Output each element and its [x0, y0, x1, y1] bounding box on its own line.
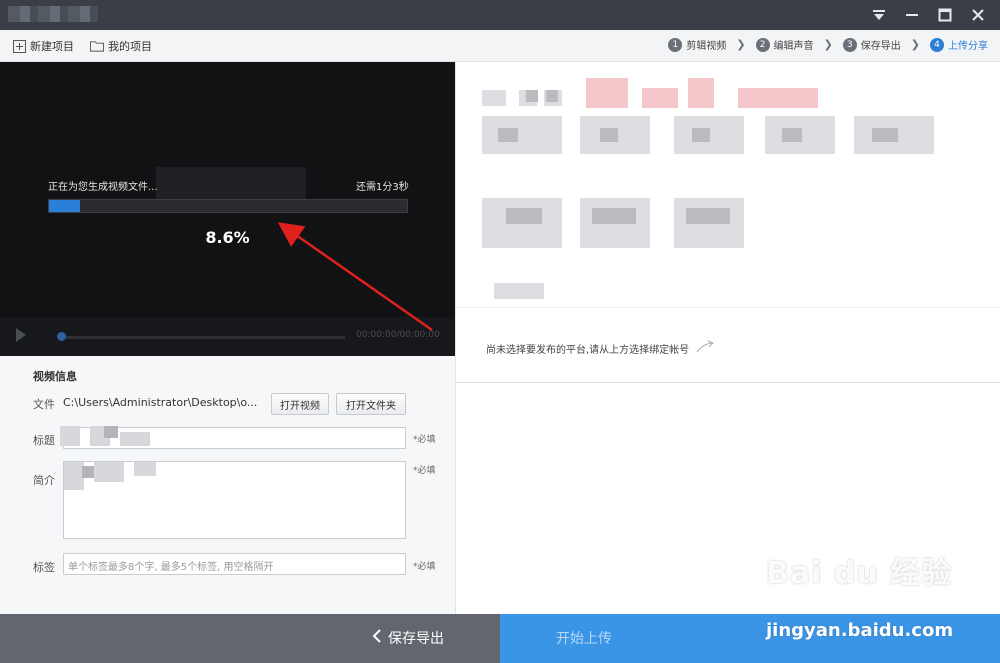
open-video-button[interactable]: 打开视频 [271, 393, 329, 415]
close-icon[interactable] [965, 3, 991, 27]
minimize-icon[interactable] [899, 3, 925, 27]
step-label: 上传分享 [948, 41, 988, 52]
file-label: 文件 [33, 398, 55, 411]
step-label: 剪辑视频 [686, 41, 727, 52]
new-project-button[interactable]: 新建项目 [12, 38, 74, 54]
step-number: 2 [755, 37, 770, 52]
intro-required: *必填 [413, 466, 436, 476]
title-required: *必填 [413, 435, 436, 445]
dropdown-menu-icon[interactable] [866, 3, 892, 27]
progress-fill [49, 200, 80, 212]
blurred-platform-accounts [482, 78, 934, 299]
my-projects-button[interactable]: 我的项目 [90, 38, 152, 54]
blurred-title-text [60, 426, 150, 446]
player-controls: 00:00:00/00:00:00 [0, 317, 455, 356]
step-number: 1 [668, 37, 683, 52]
save-export-button[interactable]: 保存导出 [0, 614, 500, 663]
step-edit-audio[interactable]: 2 编辑声音 [755, 37, 814, 52]
progress-percent: 8.6% [205, 228, 250, 247]
play-icon[interactable] [16, 328, 26, 342]
title-bar [0, 0, 1000, 30]
step-upload-share[interactable]: 4 上传分享 [930, 37, 988, 52]
arrow-up-right-icon [695, 340, 715, 357]
chevron-right-icon: ❯ [736, 38, 746, 51]
window-title [8, 6, 98, 22]
step-edit-video[interactable]: 1 剪辑视频 [668, 37, 726, 52]
start-upload-label: 开始上传 [556, 631, 612, 647]
open-folder-button[interactable]: 打开文件夹 [336, 393, 406, 415]
chevron-right-icon: ❯ [823, 38, 833, 51]
video-preview: 正在为您生成视频文件... 还需1分3秒 8.6% 00:00:00/00:00… [0, 62, 455, 356]
intro-textarea[interactable] [63, 461, 406, 539]
toolbar: 新建项目 我的项目 1 剪辑视频 ❯ 2 编辑声音 ❯ 3 保存导出 ❯ 4 上… [0, 30, 1000, 62]
section-title: 视频信息 [33, 370, 77, 383]
divider [456, 382, 1000, 383]
new-project-label: 新建项目 [30, 40, 74, 53]
new-project-icon [12, 39, 26, 53]
timecode: 00:00:00/00:00:00 [356, 330, 440, 340]
hint-text: 尚未选择要发布的平台,请从上方选择绑定帐号 [486, 345, 690, 356]
title-label: 标题 [33, 434, 55, 447]
file-path: C:\Users\Administrator\Desktop\o... [63, 396, 258, 409]
no-platform-hint: 尚未选择要发布的平台,请从上方选择绑定帐号 [486, 340, 715, 357]
blurred-overlay [156, 167, 306, 199]
step-label: 保存导出 [860, 41, 901, 52]
seek-bar[interactable] [60, 336, 345, 339]
export-progress-bar [48, 199, 408, 213]
title-input[interactable] [60, 426, 406, 449]
seek-handle[interactable] [57, 332, 66, 341]
step-save-export[interactable]: 3 保存导出 [842, 37, 901, 52]
step-label: 编辑声音 [773, 41, 814, 52]
blurred-intro-text [64, 462, 156, 490]
tags-label: 标签 [33, 561, 55, 574]
intro-label: 简介 [33, 474, 55, 487]
my-projects-label: 我的项目 [108, 40, 152, 53]
step-number: 4 [930, 37, 944, 52]
chevron-left-icon [372, 629, 382, 647]
start-upload-button[interactable]: 开始上传 [500, 614, 1000, 663]
divider [456, 307, 1000, 308]
tags-input[interactable]: 单个标签最多8个字, 最多5个标签, 用空格隔开 [63, 553, 406, 575]
step-number: 3 [842, 37, 857, 52]
platform-panel: 尚未选择要发布的平台,请从上方选择绑定帐号 [455, 62, 1000, 614]
video-info-form: 视频信息 文件 C:\Users\Administrator\Desktop\o… [0, 356, 455, 614]
folder-icon [90, 39, 104, 53]
chevron-right-icon: ❯ [910, 38, 920, 51]
bottom-action-bar: 保存导出 开始上传 [0, 614, 1000, 663]
save-export-label: 保存导出 [388, 631, 444, 647]
maximize-icon[interactable] [932, 3, 958, 27]
export-status-text: 正在为您生成视频文件... [48, 182, 158, 193]
step-indicator: 1 剪辑视频 ❯ 2 编辑声音 ❯ 3 保存导出 ❯ 4 上传分享 [668, 37, 988, 52]
tags-placeholder: 单个标签最多8个字, 最多5个标签, 用空格隔开 [68, 562, 274, 573]
tags-required: *必填 [413, 562, 436, 572]
remaining-time: 还需1分3秒 [356, 182, 409, 193]
